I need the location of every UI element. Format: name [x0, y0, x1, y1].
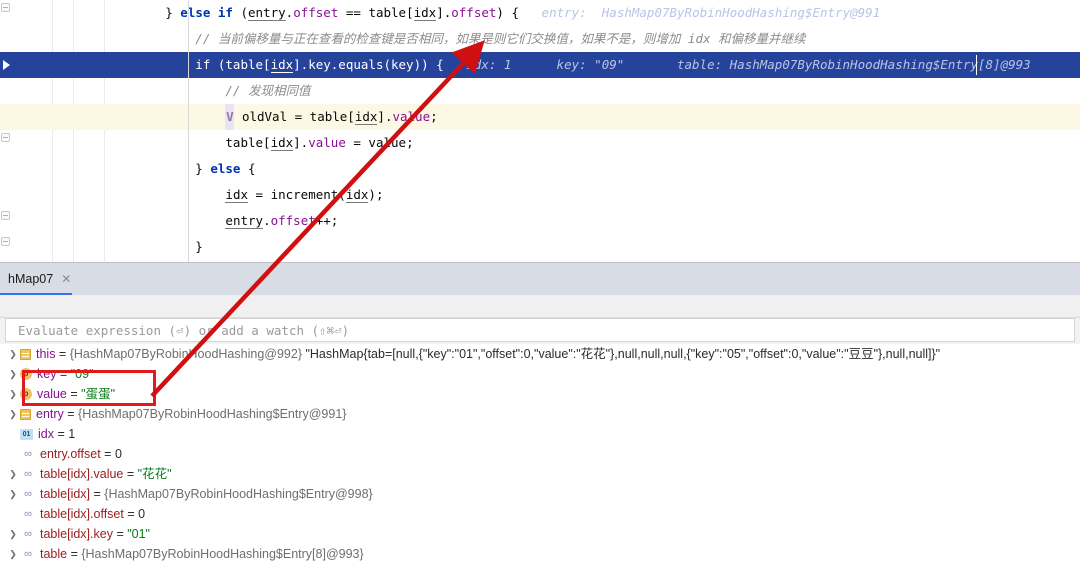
variable-name: key: [37, 367, 57, 381]
variable-row[interactable]: ❯ entry = {HashMap07ByRobinHoodHashing$En…: [0, 404, 1080, 424]
variable-row[interactable]: ∞ entry.offset = 0: [0, 444, 1080, 464]
chevron-right-icon[interactable]: ❯: [6, 464, 20, 484]
watch-icon: ∞: [24, 508, 32, 520]
chevron-right-icon[interactable]: ❯: [6, 344, 20, 364]
close-icon[interactable]: ✕: [61, 273, 71, 285]
code-line-text: V oldVal = table[idx].value;: [105, 104, 438, 130]
variable-equals: =: [56, 367, 71, 381]
code-line-text: // 发现相同值: [105, 83, 311, 98]
evaluate-expression-input[interactable]: Evaluate expression (⏎) or add a watch (…: [5, 318, 1075, 342]
debugger-panel[interactable]: hMap07 ✕ Evaluate expression (⏎) or add …: [0, 262, 1080, 571]
variable-number-value: 0: [138, 507, 146, 521]
object-icon: [20, 348, 31, 360]
code-line-text: table[idx].value = value;: [225, 135, 414, 151]
indent-guide: [188, 0, 189, 262]
variable-reference: {HashMap07ByRobinHoodHashing$Entry@998}: [104, 487, 373, 501]
variable-name: this: [36, 347, 56, 361]
debug-session-tab[interactable]: hMap07 ✕: [0, 263, 82, 295]
variable-equals: =: [90, 487, 105, 501]
code-line[interactable]: if (table[idx].key.equals(key)) { idx: 1…: [0, 52, 1080, 78]
text-cursor: [976, 55, 977, 75]
code-line-text: if (table[idx].key.equals(key)) { idx: 1…: [195, 57, 1031, 73]
watch-icon: ∞: [24, 528, 32, 540]
code-line-text: } else {: [105, 161, 256, 176]
debug-tab-strip[interactable]: hMap07 ✕: [0, 263, 1080, 295]
code-line[interactable]: entry.offset++;: [0, 208, 1080, 234]
chevron-right-icon[interactable]: ❯: [6, 524, 20, 544]
chevron-right-icon[interactable]: ❯: [6, 404, 20, 424]
watch-icon: ∞: [24, 548, 32, 560]
variable-name: table[idx].offset: [40, 507, 124, 521]
code-line[interactable]: V oldVal = table[idx].value;: [0, 104, 1080, 130]
variable-name: table[idx]: [40, 487, 91, 501]
code-editor[interactable]: } else if (entry.offset == table[idx].of…: [0, 0, 1080, 262]
chevron-right-icon[interactable]: ❯: [6, 364, 20, 384]
variable-name: idx: [38, 427, 54, 441]
variable-string-value: "09": [70, 367, 94, 381]
variable-string-value: "HashMap{tab=[null,{"key":"01","offset":…: [302, 347, 941, 361]
code-line-text: } else if (entry.offset == table[idx].of…: [105, 5, 881, 21]
variable-equals: =: [67, 547, 82, 561]
variable-equals: =: [123, 507, 139, 521]
evaluate-expression-placeholder: Evaluate expression (⏎) or add a watch (…: [18, 322, 350, 338]
variable-row[interactable]: ❯ p key = "09": [0, 364, 1080, 384]
variable-string-value: "01": [127, 527, 150, 541]
inline-debug-hint: entry: HashMap07ByRobinHoodHashing$Entry…: [518, 5, 881, 20]
watch-icon: ∞: [24, 448, 32, 460]
variable-row[interactable]: ❯ p value = "蛋蛋": [0, 384, 1080, 404]
variable-name: table[idx].value: [40, 467, 124, 481]
debug-toolbar[interactable]: [0, 295, 1080, 318]
variable-row[interactable]: ❯ ∞ table = {HashMap07ByRobinHoodHashing$E…: [0, 544, 1080, 564]
code-line-text: entry.offset++;: [225, 213, 339, 229]
variable-string-value: "蛋蛋": [81, 387, 116, 401]
variable-name: table: [40, 547, 68, 561]
variable-equals: =: [63, 407, 79, 421]
code-line[interactable]: }: [0, 234, 1080, 260]
code-line[interactable]: idx = increment(idx);: [0, 182, 1080, 208]
variable-equals: =: [100, 447, 115, 461]
primitive-icon: 01: [20, 428, 33, 440]
variable-row[interactable]: ❯ ∞ table[idx].key = "01": [0, 524, 1080, 544]
variable-row[interactable]: ❯ ∞ table[idx].value = "花花": [0, 464, 1080, 484]
code-line[interactable]: } else {: [0, 156, 1080, 182]
code-line-text: // 当前偏移量与正在查看的检查键是否相同，如果是则它们交换值，如果不是，则增加…: [105, 31, 806, 46]
execution-pointer-icon: [0, 57, 16, 73]
code-line[interactable]: table[idx].value = value;: [0, 130, 1080, 156]
variable-equals: =: [112, 527, 128, 541]
parameter-icon: p: [20, 368, 32, 380]
object-icon: [20, 408, 31, 420]
variable-string-value: "花花": [137, 467, 172, 481]
chevron-right-icon[interactable]: ❯: [6, 384, 20, 404]
watch-icon: ∞: [24, 468, 32, 480]
variable-name: entry: [36, 407, 64, 421]
variables-list[interactable]: ❯ this = {HashMap07ByRobinHoodHashing@992…: [0, 344, 1080, 571]
variable-name: entry.offset: [40, 447, 101, 461]
variable-name: value: [37, 387, 67, 401]
code-line[interactable]: // 发现相同值: [0, 78, 1080, 104]
debug-session-tab-label: hMap07: [8, 272, 54, 286]
variable-reference: {HashMap07ByRobinHoodHashing@992}: [69, 347, 302, 361]
variable-number-value: 1: [68, 427, 76, 441]
variable-reference: {HashMap07ByRobinHoodHashing$Entry@991}: [78, 407, 347, 421]
code-line-text: idx = increment(idx);: [225, 187, 384, 203]
chevron-right-icon[interactable]: ❯: [6, 544, 20, 564]
parameter-icon: p: [20, 388, 32, 400]
variable-equals: =: [123, 467, 138, 481]
watch-icon: ∞: [24, 488, 32, 500]
code-line[interactable]: // 当前偏移量与正在查看的检查键是否相同，如果是则它们交换值，如果不是，则增加…: [0, 26, 1080, 52]
variable-row[interactable]: ❯ this = {HashMap07ByRobinHoodHashing@992…: [0, 344, 1080, 364]
variable-row[interactable]: 01 idx = 1: [0, 424, 1080, 444]
inline-debug-hint: idx: 1 key: "09" table: HashMap07ByRobin…: [443, 57, 1031, 72]
variable-row[interactable]: ❯ ∞ table[idx] = {HashMap07ByRobinHoodHash…: [0, 484, 1080, 504]
variable-number-value: 0: [114, 447, 122, 461]
variable-row[interactable]: ∞ table[idx].offset = 0: [0, 504, 1080, 524]
chevron-right-icon[interactable]: ❯: [6, 484, 20, 504]
variable-equals: =: [66, 387, 82, 401]
variable-equals: =: [53, 427, 69, 441]
variable-name: table[idx].key: [40, 527, 113, 541]
variable-reference: {HashMap07ByRobinHoodHashing$Entry[8]@99…: [81, 547, 364, 561]
code-line[interactable]: } else if (entry.offset == table[idx].of…: [0, 0, 1080, 26]
variable-equals: =: [55, 347, 70, 361]
